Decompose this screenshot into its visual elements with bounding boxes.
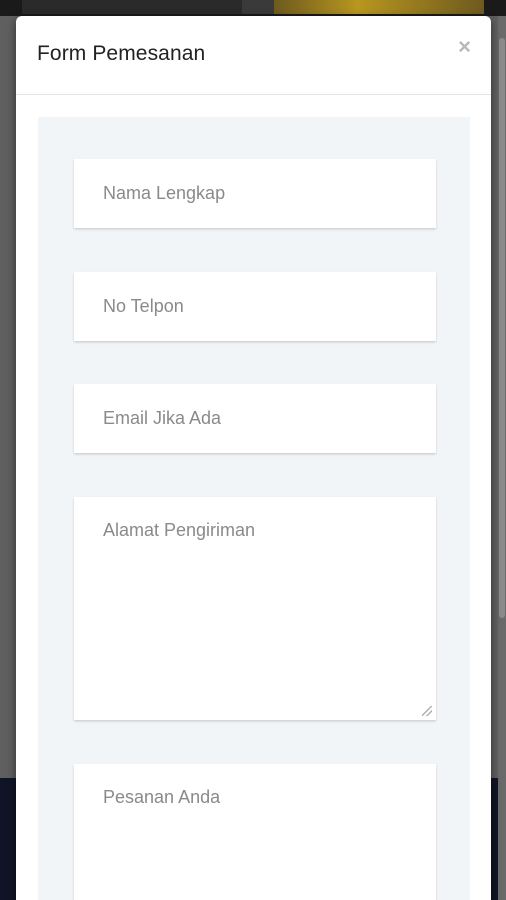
order-message-textarea[interactable]: Pesanan Anda: [74, 764, 436, 900]
full-name-placeholder: Nama Lengkap: [103, 183, 226, 203]
phone-input[interactable]: No Telpon: [74, 272, 436, 341]
email-input[interactable]: Email Jika Ada: [74, 384, 436, 453]
background-media-strip: [0, 0, 506, 16]
order-message-placeholder: Pesanan Anda: [103, 787, 221, 807]
shipping-address-textarea[interactable]: Alamat Pengiriman: [74, 497, 436, 720]
form-panel: Nama Lengkap No Telpon Email Jika Ada Al…: [38, 117, 470, 900]
full-name-input[interactable]: Nama Lengkap: [74, 159, 436, 228]
email-placeholder: Email Jika Ada: [103, 408, 222, 428]
page-scrollbar[interactable]: [498, 16, 506, 900]
scrollbar-thumb[interactable]: [499, 38, 505, 618]
shipping-address-placeholder: Alamat Pengiriman: [103, 520, 256, 540]
modal-title: Form Pemesanan: [37, 42, 206, 65]
background-image: [274, 0, 484, 14]
close-icon[interactable]: ×: [458, 36, 471, 58]
order-form-modal: Form Pemesanan × Nama Lengkap No Telpon …: [16, 16, 491, 900]
background-image: [22, 0, 242, 14]
modal-header: Form Pemesanan ×: [16, 16, 491, 95]
resize-handle-icon[interactable]: [422, 706, 432, 716]
background-image: [242, 0, 274, 14]
phone-placeholder: No Telpon: [103, 296, 184, 316]
